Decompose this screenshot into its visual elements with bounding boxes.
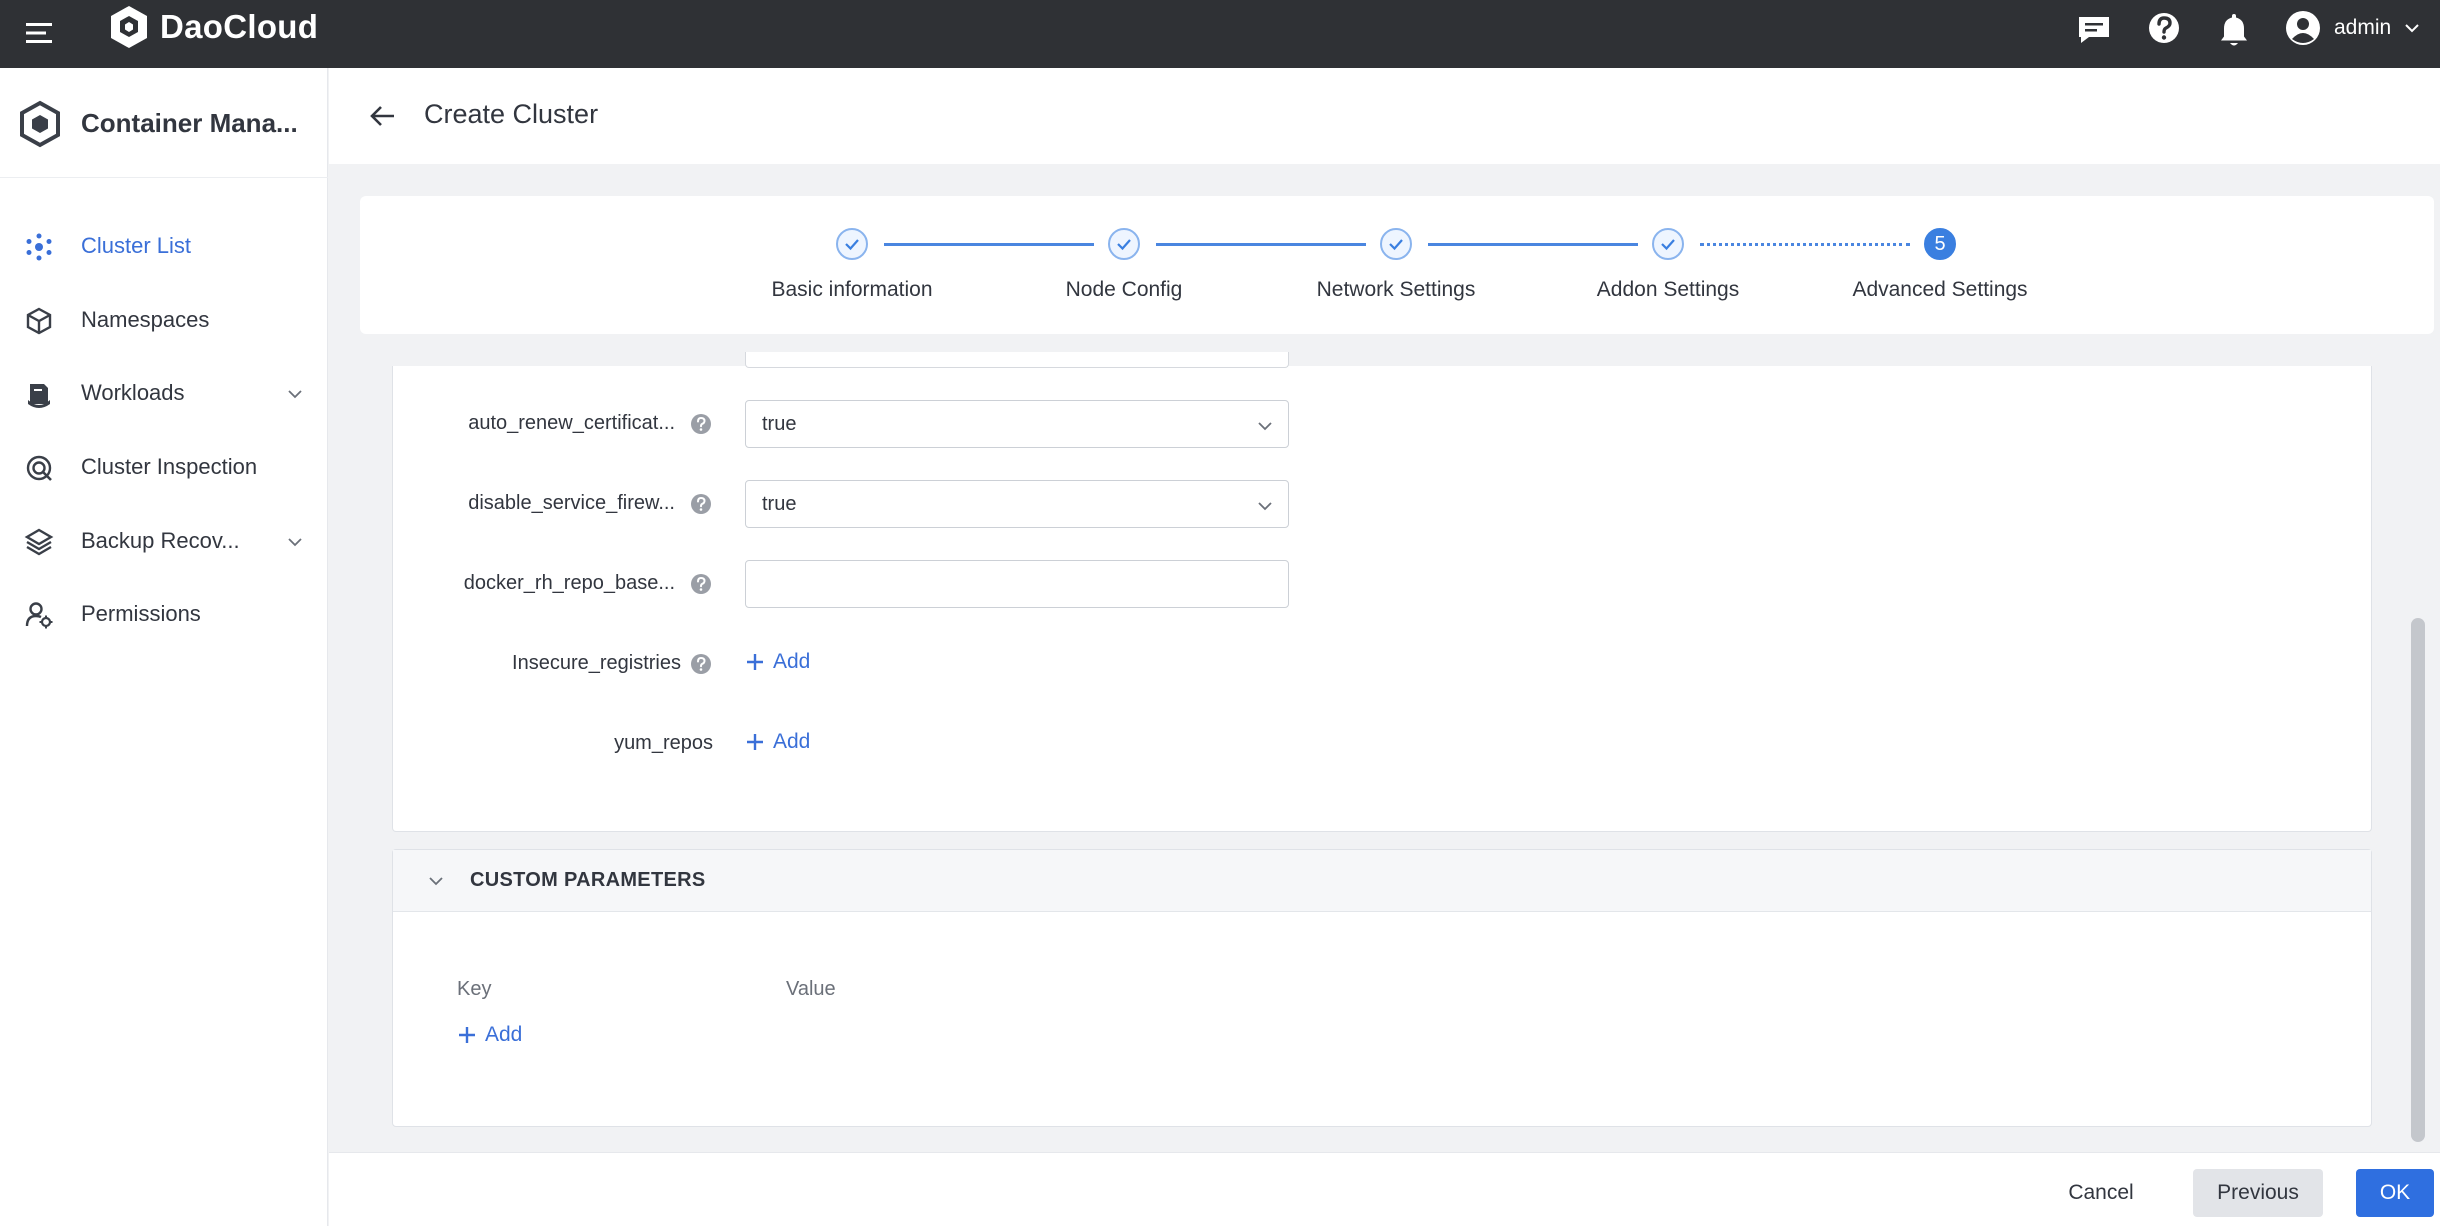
step-4-done — [1652, 228, 1684, 260]
chevron-down-icon — [1258, 422, 1272, 431]
add-label: Add — [485, 1023, 523, 1046]
step-label: Advanced Settings — [1852, 278, 2028, 301]
step-connector — [884, 243, 1094, 246]
plus-icon — [747, 654, 763, 670]
disable-service-firewall-select[interactable]: true — [745, 480, 1289, 528]
step-label: Network Settings — [1316, 278, 1476, 301]
check-icon — [1117, 239, 1131, 251]
check-icon — [845, 239, 859, 251]
key-column-header: Key — [457, 978, 492, 1000]
plus-icon — [747, 734, 763, 750]
add-label: Add — [773, 650, 811, 673]
sidebar-item-label: Workloads — [81, 380, 185, 405]
help-circle-icon[interactable] — [690, 653, 712, 675]
sidebar-header: Container Mana... — [0, 68, 328, 178]
sidebar-item-namespaces[interactable]: Namespaces — [0, 289, 328, 351]
field-label-auto-renew-certificate: auto_renew_certificat... — [468, 412, 675, 434]
step-2-done — [1108, 228, 1140, 260]
help-circle-icon[interactable] — [690, 573, 712, 595]
container-management-icon — [20, 100, 60, 148]
field-label-docker-rh-repo-base: docker_rh_repo_base... — [463, 572, 675, 594]
chevron-down-icon — [1258, 502, 1272, 511]
custom-parameters-add-button[interactable]: Add — [457, 1023, 522, 1047]
step-connector — [1156, 243, 1366, 246]
sidebar-item-label: Namespaces — [81, 307, 210, 332]
workload-icon — [28, 384, 50, 408]
step-connector-pending — [1700, 243, 1910, 246]
daocloud-logo-icon — [111, 6, 147, 48]
sidebar: Container Mana... Cluster List Namespace… — [0, 68, 328, 1226]
sidebar-item-label: Permissions — [81, 601, 201, 626]
ok-button[interactable]: OK — [2356, 1169, 2434, 1217]
custom-parameters-header[interactable]: CUSTOM PARAMETERS — [393, 850, 2371, 912]
value-column-header: Value — [786, 978, 836, 1000]
help-icon[interactable] — [2144, 10, 2184, 50]
check-icon — [1661, 239, 1675, 251]
step-5-current: 5 — [1924, 228, 1956, 260]
select-value: true — [762, 413, 797, 435]
inspection-icon — [26, 455, 52, 481]
yum-repos-add-button[interactable]: Add — [745, 730, 810, 754]
menu-icon[interactable] — [24, 16, 58, 50]
auto-renew-certificate-select[interactable]: true — [745, 400, 1289, 448]
sidebar-item-cluster-list[interactable]: Cluster List — [0, 215, 328, 277]
sidebar-item-permissions[interactable]: Permissions — [0, 583, 328, 645]
chevron-down-icon — [288, 390, 302, 399]
cluster-icon — [26, 233, 52, 261]
step-label: Addon Settings — [1596, 278, 1740, 301]
stepper: 5 Basic information Node Config Network … — [360, 196, 2434, 334]
permissions-icon — [25, 602, 53, 629]
help-circle-icon[interactable] — [690, 413, 712, 435]
chevron-down-icon — [2405, 24, 2419, 33]
scrollbar-thumb[interactable] — [2411, 618, 2425, 1142]
custom-parameters-title: CUSTOM PARAMETERS — [470, 869, 706, 891]
step-connector — [1428, 243, 1638, 246]
plus-icon — [459, 1027, 475, 1043]
top-bar: DaoCloud admin — [0, 0, 2440, 68]
cube-icon — [26, 307, 52, 335]
field-label-insecure-registries: Insecure_registries — [512, 652, 681, 674]
step-label: Node Config — [1065, 278, 1183, 301]
insecure-registries-add-button[interactable]: Add — [745, 650, 810, 674]
user-avatar-icon — [2286, 11, 2320, 45]
advanced-settings-form — [392, 366, 2372, 832]
page-title: Create Cluster — [424, 99, 599, 129]
help-circle-icon[interactable] — [690, 493, 712, 515]
select-value: true — [762, 493, 797, 515]
sidebar-title: Container Mana... — [81, 108, 298, 138]
previous-button[interactable]: Previous — [2193, 1169, 2323, 1217]
message-icon[interactable] — [2074, 10, 2114, 50]
step-label: Basic information — [771, 278, 933, 301]
docker-rh-repo-base-input[interactable] — [745, 560, 1289, 608]
sidebar-item-backup-recovery[interactable]: Backup Recov... — [0, 510, 328, 572]
page-header: Create Cluster — [329, 68, 2440, 164]
back-arrow-icon[interactable] — [369, 102, 397, 130]
add-label: Add — [773, 730, 811, 753]
logo-text: DaoCloud — [160, 8, 319, 45]
sidebar-item-workloads[interactable]: Workloads — [0, 362, 328, 424]
user-name: admin — [2334, 16, 2392, 39]
chevron-down-icon — [288, 538, 302, 547]
sidebar-item-cluster-inspection[interactable]: Cluster Inspection — [0, 436, 328, 498]
user-menu[interactable]: admin — [2284, 8, 2421, 48]
sidebar-item-label: Backup Recov... — [81, 528, 240, 553]
footer-actions: Cancel Previous OK — [329, 1152, 2440, 1226]
custom-parameters-panel: CUSTOM PARAMETERS Key Value Add — [392, 849, 2372, 1127]
bell-icon[interactable] — [2214, 10, 2254, 50]
backup-icon — [24, 528, 54, 556]
step-3-done — [1380, 228, 1412, 260]
sidebar-item-label: Cluster List — [81, 233, 192, 258]
daocloud-logo[interactable]: DaoCloud — [108, 4, 318, 50]
check-icon — [1389, 239, 1403, 251]
previous-field-bottom-edge — [745, 352, 1289, 368]
field-label-disable-service-firewall: disable_service_firew... — [468, 492, 675, 514]
cancel-button[interactable]: Cancel — [2049, 1169, 2153, 1217]
field-label-yum-repos: yum_repos — [614, 732, 713, 754]
chevron-down-icon — [429, 877, 443, 886]
step-1-done — [836, 228, 868, 260]
sidebar-item-label: Cluster Inspection — [81, 454, 258, 479]
